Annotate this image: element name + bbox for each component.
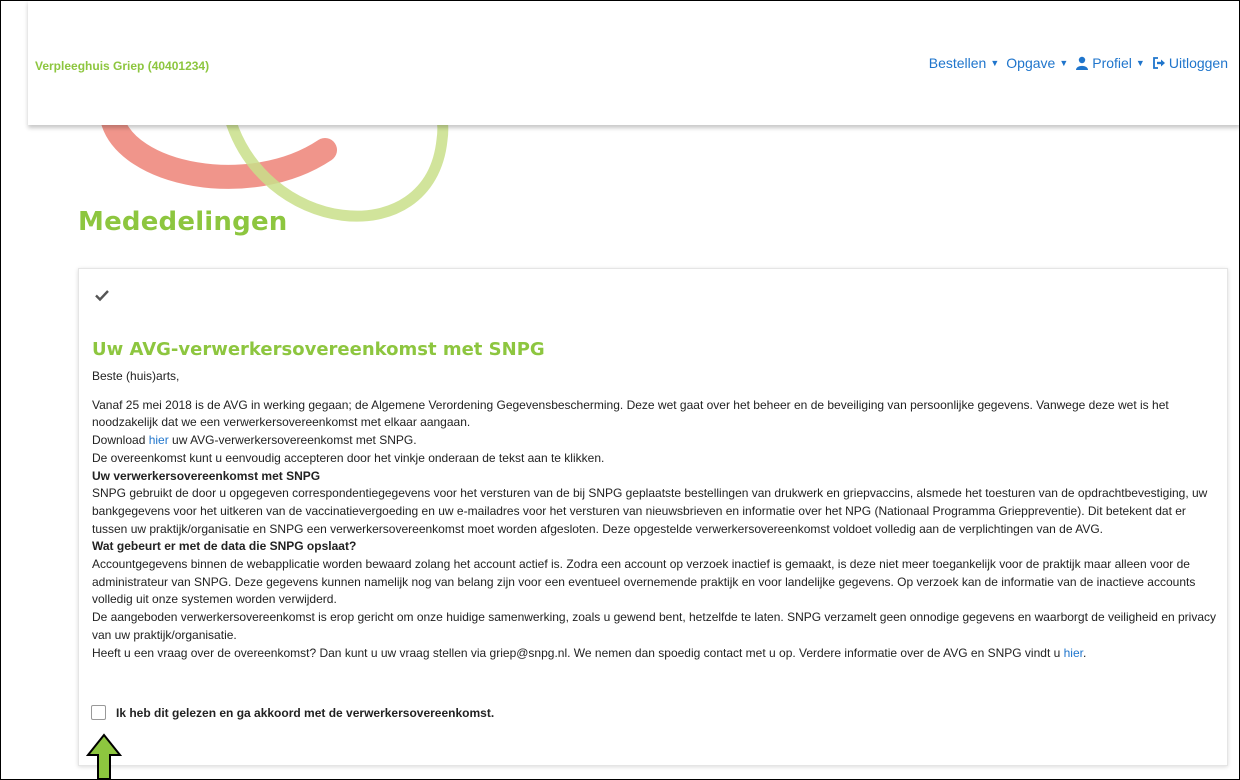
notice-download-line: Download hier uw AVG-verwerkersovereenko… [92, 432, 1217, 450]
notice-contact-line: Heeft u een vraag over de overeenkomst? … [92, 645, 1217, 663]
nav-uitloggen-link[interactable]: Uitloggen [1152, 55, 1228, 71]
download-link[interactable]: hier [149, 433, 169, 447]
contact-prefix: Heeft u een vraag over de overeenkomst? … [92, 645, 1064, 660]
notice-greeting: Beste (huis)arts, [92, 369, 180, 383]
agree-checkbox[interactable] [91, 705, 106, 720]
info-link[interactable]: hier [1064, 646, 1083, 660]
sign-out-icon [1152, 57, 1165, 69]
nav-bestellen-label: Bestellen [928, 55, 987, 71]
check-icon [95, 290, 109, 302]
heading-2-text: Wat gebeurt er met de data die SNPG opsl… [92, 539, 357, 554]
notice-heading-data: Wat gebeurt er met de data die SNPG opsl… [92, 538, 1217, 556]
brand-name[interactable]: Verpleeghuis Griep (40401234) [35, 59, 209, 73]
heading-1-text: Uw verwerkersovereenkomst met SNPG [92, 468, 321, 483]
contact-suffix: . [1082, 645, 1087, 660]
up-arrow-icon [86, 733, 122, 780]
nav-menu: Bestellen ▼ Opgave ▼ Profiel ▼ Uitloggen [922, 55, 1228, 71]
agree-label: Ik heb dit gelezen en ga akkoord met de … [116, 705, 495, 720]
download-suffix: uw AVG-verwerkersovereenkomst met SNPG. [168, 433, 417, 448]
nav-opgave-label: Opgave [1006, 55, 1056, 71]
nav-opgave-dropdown[interactable]: Opgave ▼ [1006, 55, 1068, 71]
notice-paragraph-1: SNPG gebruikt de door u opgegeven corres… [92, 486, 1208, 536]
nav-profiel-dropdown[interactable]: Profiel ▼ [1075, 55, 1145, 71]
page-title: Mededelingen [78, 207, 288, 237]
download-prefix: Download [92, 433, 149, 448]
nav-bestellen-dropdown[interactable]: Bestellen ▼ [929, 55, 1000, 71]
user-icon [1076, 56, 1089, 70]
notice-paragraph-3: De aangeboden verwerkersovereenkomst is … [92, 610, 1217, 642]
notice-intro: Vanaf 25 mei 2018 is de AVG in werking g… [92, 397, 1169, 430]
notice-heading-verwerkersovereenkomst: Uw verwerkersovereenkomst met SNPG [92, 468, 1217, 486]
agree-checkbox-row[interactable]: Ik heb dit gelezen en ga akkoord met de … [91, 705, 494, 720]
caret-down-icon: ▼ [1135, 58, 1145, 68]
notice-body: Beste (huis)arts, Vanaf 25 mei 2018 is d… [92, 368, 1217, 662]
notice-paragraph-2: Accountgegevens binnen de webapplicatie … [92, 557, 1196, 607]
nav-profiel-label: Profiel [1092, 55, 1132, 71]
nav-uitloggen-label: Uitloggen [1168, 55, 1228, 71]
notice-card: Uw AVG-verwerkersovereenkomst met SNPG B… [78, 268, 1228, 766]
notice-accept-hint: De overeenkomst kunt u eenvoudig accepte… [92, 450, 605, 465]
notice-title: Uw AVG-verwerkersovereenkomst met SNPG [92, 339, 545, 360]
caret-down-icon: ▼ [990, 58, 1000, 68]
caret-down-icon: ▼ [1059, 58, 1069, 68]
top-navbar: Verpleeghuis Griep (40401234) Bestellen … [28, 0, 1240, 125]
